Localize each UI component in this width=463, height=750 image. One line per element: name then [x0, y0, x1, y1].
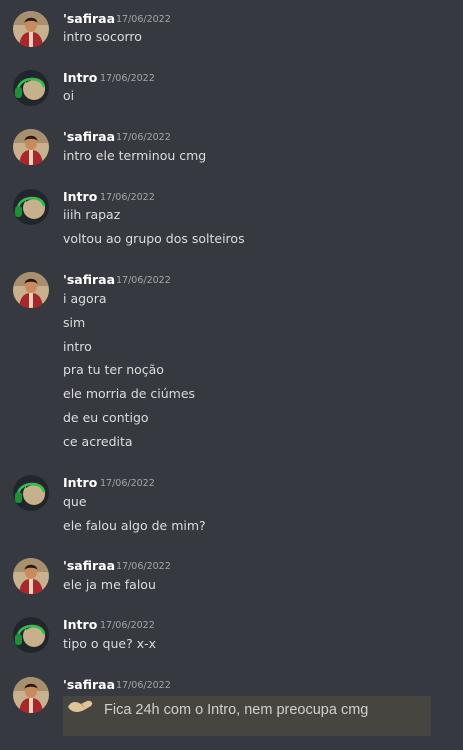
message-text: intro socorro [63, 29, 142, 44]
caption-text: Fica 24h com o Intro, nem preocupa cmg [104, 702, 369, 718]
message-text: tipo o que? x-x [63, 636, 157, 651]
user-avatar[interactable] [13, 129, 49, 165]
user-avatar[interactable] [13, 272, 49, 308]
hand-emoji-icon [68, 700, 93, 712]
timestamp: 17/06/2022 [100, 478, 155, 489]
headphones-avatar-icon [13, 475, 49, 511]
headphones-avatar-icon [13, 617, 49, 653]
user-avatar[interactable] [13, 70, 49, 106]
timestamp: 17/06/2022 [100, 192, 155, 203]
message-text: ele morria de ciúmes [63, 386, 196, 401]
message-text: iiih rapaz [63, 207, 121, 222]
timestamp: 17/06/2022 [116, 275, 171, 286]
message-text: pra tu ter noção [63, 362, 164, 377]
username[interactable]: 'safiraa [63, 677, 115, 693]
person-avatar-icon [13, 677, 49, 713]
person-avatar-icon [13, 272, 49, 308]
person-avatar-icon [13, 558, 49, 594]
user-avatar[interactable] [13, 11, 49, 47]
username[interactable]: Intro [63, 189, 97, 205]
message-text: ele ja me falou [63, 577, 156, 592]
message-text: voltou ao grupo dos solteiros [63, 231, 245, 246]
timestamp: 17/06/2022 [116, 14, 171, 25]
user-avatar[interactable] [13, 189, 49, 225]
username[interactable]: Intro [63, 70, 97, 86]
username[interactable]: 'safiraa [63, 558, 115, 574]
user-avatar[interactable] [13, 475, 49, 511]
timestamp: 17/06/2022 [116, 561, 171, 572]
headphones-avatar-icon [13, 70, 49, 106]
user-avatar[interactable] [13, 558, 49, 594]
message-text: que [63, 494, 87, 509]
username[interactable]: 'safiraa [63, 129, 115, 145]
username[interactable]: 'safiraa [63, 272, 115, 288]
caption-overlay: Fica 24h com o Intro, nem preocupa cmg [63, 696, 431, 736]
username[interactable]: 'safiraa [63, 11, 115, 27]
timestamp: 17/06/2022 [100, 73, 155, 84]
message-text: de eu contigo [63, 410, 149, 425]
timestamp: 17/06/2022 [116, 680, 171, 691]
chat-message-list: 'safiraa 17/06/2022 intro socorro Intro … [0, 0, 463, 750]
username[interactable]: Intro [63, 475, 97, 491]
person-avatar-icon [13, 11, 49, 47]
message-text: ce acredita [63, 434, 133, 449]
timestamp: 17/06/2022 [100, 620, 155, 631]
message-text: intro ele terminou cmg [63, 148, 207, 163]
user-avatar[interactable] [13, 677, 49, 713]
message-text: ele falou algo de mim? [63, 518, 206, 533]
person-avatar-icon [13, 129, 49, 165]
username[interactable]: Intro [63, 617, 97, 633]
user-avatar[interactable] [13, 617, 49, 653]
message-text: oi [63, 88, 75, 103]
headphones-avatar-icon [13, 189, 49, 225]
message-text: sim [63, 315, 86, 330]
timestamp: 17/06/2022 [116, 132, 171, 143]
message-text: i agora [63, 291, 107, 306]
message-text: intro [63, 339, 92, 354]
